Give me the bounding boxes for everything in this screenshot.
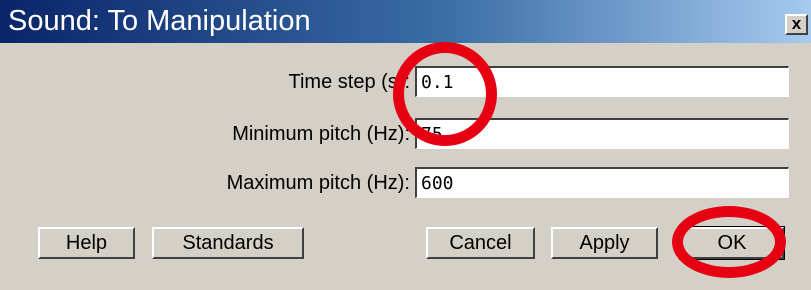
apply-button[interactable]: Apply bbox=[551, 227, 658, 259]
dialog-window: Sound: To Manipulation x Time step (s): … bbox=[0, 0, 811, 290]
title-bar: Sound: To Manipulation x bbox=[0, 0, 811, 43]
minimum-pitch-label: Minimum pitch (Hz): bbox=[232, 123, 410, 145]
close-button[interactable]: x bbox=[785, 14, 808, 35]
cancel-button[interactable]: Cancel bbox=[426, 227, 535, 259]
maximum-pitch-label: Maximum pitch (Hz): bbox=[226, 172, 410, 194]
close-icon: x bbox=[791, 14, 802, 33]
minimum-pitch-input[interactable] bbox=[415, 118, 789, 149]
ok-button[interactable]: OK bbox=[679, 226, 785, 260]
standards-button[interactable]: Standards bbox=[152, 227, 304, 259]
maximum-pitch-input[interactable] bbox=[415, 167, 789, 198]
window-title: Sound: To Manipulation bbox=[8, 5, 311, 37]
time-step-input[interactable] bbox=[415, 66, 789, 97]
time-step-label: Time step (s): bbox=[288, 71, 411, 93]
help-button[interactable]: Help bbox=[38, 227, 135, 259]
